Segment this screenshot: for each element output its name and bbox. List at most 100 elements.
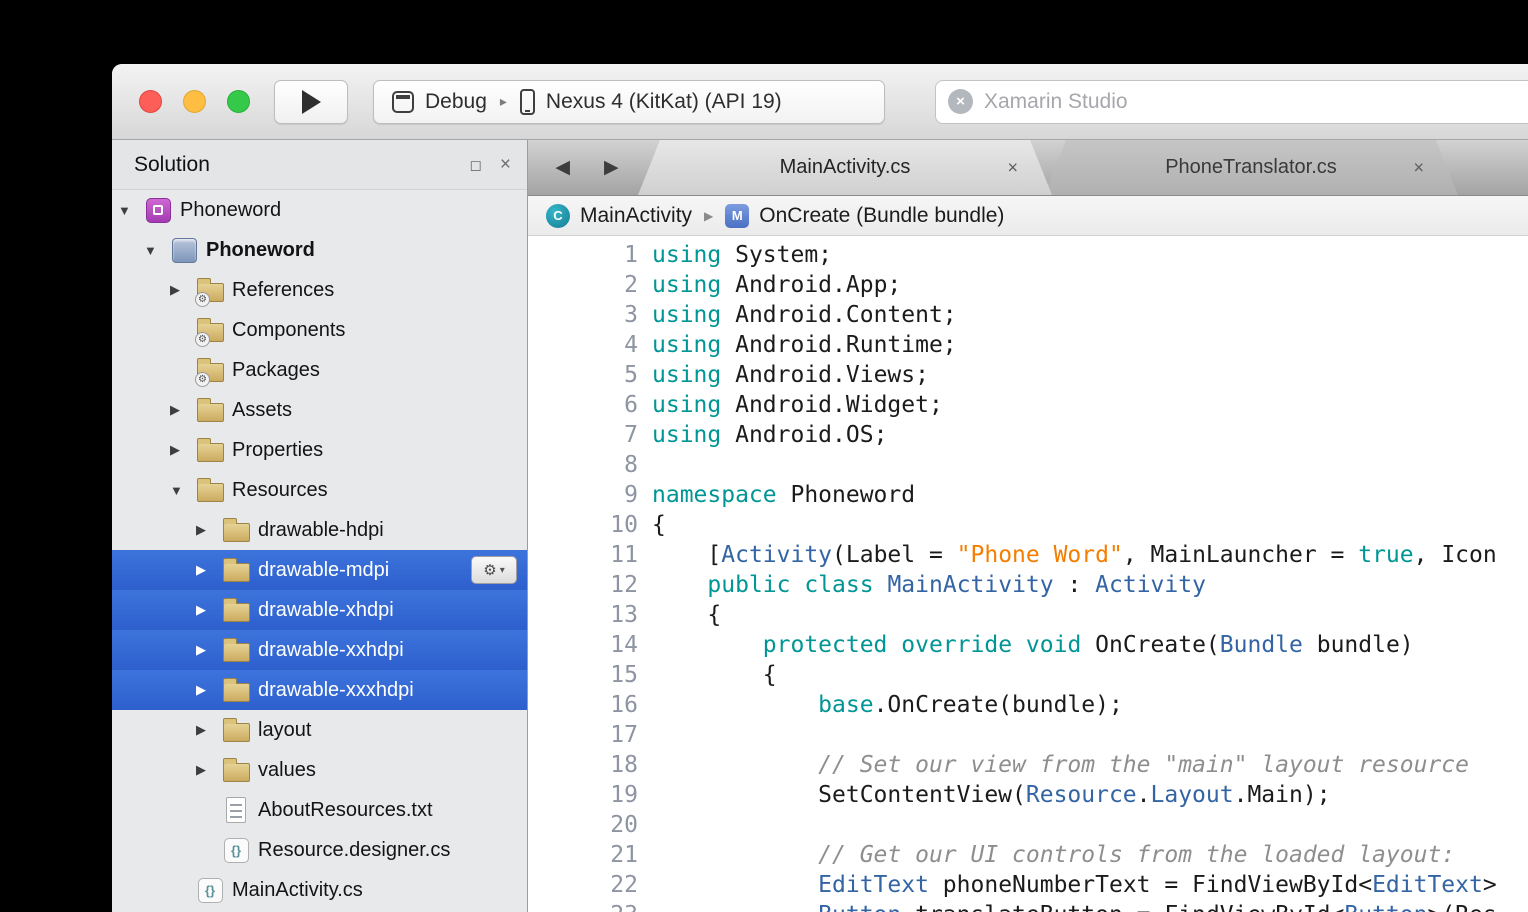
tree-item-aboutresources-txt[interactable]: AboutResources.txt — [112, 790, 527, 830]
breadcrumb-member[interactable]: OnCreate (Bundle bundle) — [759, 204, 1004, 228]
line-number[interactable]: 22 — [528, 870, 652, 900]
disclosure-closed-icon[interactable]: ▶ — [196, 722, 221, 738]
line-number[interactable]: 1 — [528, 240, 652, 270]
line-number[interactable]: 18 — [528, 750, 652, 780]
code-line[interactable]: 6using Android.Widget; — [528, 390, 1528, 420]
line-number[interactable]: 17 — [528, 720, 652, 750]
navigate-back-icon[interactable]: ◀ — [555, 156, 570, 179]
line-number[interactable]: 9 — [528, 480, 652, 510]
code-line[interactable]: 10{ — [528, 510, 1528, 540]
folder-options-button[interactable]: ⚙▾ — [471, 556, 517, 584]
window-controls — [139, 90, 250, 113]
disclosure-closed-icon[interactable]: ▶ — [196, 562, 221, 578]
line-number[interactable]: 15 — [528, 660, 652, 690]
line-number[interactable]: 10 — [528, 510, 652, 540]
tree-item-drawable-xxhdpi[interactable]: ▶drawable-xxhdpi — [112, 630, 527, 670]
code-line[interactable]: 23 Button translateButton = FindViewById… — [528, 900, 1528, 912]
tree-item-values[interactable]: ▶values — [112, 750, 527, 790]
code-line[interactable]: 22 EditText phoneNumberText = FindViewBy… — [528, 870, 1528, 900]
disclosure-closed-icon[interactable]: ▶ — [196, 602, 221, 618]
code-line[interactable]: 1using System; — [528, 240, 1528, 270]
tree-item-resources[interactable]: ▼Resources — [112, 470, 527, 510]
disclosure-closed-icon[interactable]: ▶ — [170, 402, 195, 418]
tree-item-drawable-mdpi[interactable]: ▶drawable-mdpi⚙▾ — [112, 550, 527, 590]
tab-phonetranslator-cs[interactable]: PhoneTranslator.cs× — [1044, 140, 1458, 195]
line-number[interactable]: 8 — [528, 450, 652, 480]
code-line[interactable]: 21 // Get our UI controls from the loade… — [528, 840, 1528, 870]
tree-item-components[interactable]: ⚙Components — [112, 310, 527, 350]
line-number[interactable]: 21 — [528, 840, 652, 870]
line-number[interactable]: 19 — [528, 780, 652, 810]
tree-item-references[interactable]: ▶⚙References — [112, 270, 527, 310]
run-button[interactable] — [274, 80, 348, 124]
tree-item-drawable-xxxhdpi[interactable]: ▶drawable-xxxhdpi — [112, 670, 527, 710]
code-line[interactable]: 4using Android.Runtime; — [528, 330, 1528, 360]
line-number[interactable]: 16 — [528, 690, 652, 720]
code-line[interactable]: 3using Android.Content; — [528, 300, 1528, 330]
line-number[interactable]: 2 — [528, 270, 652, 300]
code-line[interactable]: 15 { — [528, 660, 1528, 690]
line-number[interactable]: 3 — [528, 300, 652, 330]
code-line[interactable]: 14 protected override void OnCreate(Bund… — [528, 630, 1528, 660]
disclosure-closed-icon[interactable]: ▶ — [196, 762, 221, 778]
disclosure-open-icon[interactable]: ▼ — [144, 243, 169, 258]
disclosure-open-icon[interactable]: ▼ — [118, 203, 143, 218]
tree-item-layout[interactable]: ▶layout — [112, 710, 527, 750]
close-tab-icon[interactable]: × — [1007, 157, 1018, 178]
tree-item-drawable-hdpi[interactable]: ▶drawable-hdpi — [112, 510, 527, 550]
code-line[interactable]: 20 — [528, 810, 1528, 840]
close-pad-icon[interactable]: × — [500, 154, 511, 176]
zoom-window-button[interactable] — [227, 90, 250, 113]
disclosure-closed-icon[interactable]: ▶ — [196, 642, 221, 658]
line-number[interactable]: 13 — [528, 600, 652, 630]
code-line[interactable]: 9namespace Phoneword — [528, 480, 1528, 510]
tab-mainactivity-cs[interactable]: MainActivity.cs× — [638, 140, 1052, 195]
tree-item-packages[interactable]: ⚙Packages — [112, 350, 527, 390]
tree-item-mainactivity-cs[interactable]: {}MainActivity.cs — [112, 870, 527, 910]
code-line[interactable]: 13 { — [528, 600, 1528, 630]
tree-item-drawable-xhdpi[interactable]: ▶drawable-xhdpi — [112, 590, 527, 630]
minimize-window-button[interactable] — [183, 90, 206, 113]
disclosure-closed-icon[interactable]: ▶ — [196, 522, 221, 538]
line-number[interactable]: 23 — [528, 900, 652, 912]
code-line[interactable]: 12 public class MainActivity : Activity — [528, 570, 1528, 600]
disclosure-closed-icon[interactable]: ▶ — [170, 442, 195, 458]
navigate-forward-icon[interactable]: ▶ — [604, 156, 619, 179]
line-number[interactable]: 12 — [528, 570, 652, 600]
line-number[interactable]: 6 — [528, 390, 652, 420]
line-number[interactable]: 20 — [528, 810, 652, 840]
pad-title: Solution — [134, 153, 469, 177]
close-tab-icon[interactable]: × — [1413, 157, 1424, 178]
code-line[interactable]: 11 [Activity(Label = "Phone Word", MainL… — [528, 540, 1528, 570]
tree-item-label: Packages — [232, 359, 320, 382]
tree-item-properties[interactable]: ▶Properties — [112, 430, 527, 470]
disclosure-open-icon[interactable]: ▼ — [170, 483, 195, 498]
disclosure-closed-icon[interactable]: ▶ — [170, 282, 195, 298]
tree-item-phoneword[interactable]: ▼Phoneword — [112, 190, 527, 230]
line-number[interactable]: 11 — [528, 540, 652, 570]
gear-icon: ⚙ — [483, 563, 496, 578]
code-line[interactable]: 17 — [528, 720, 1528, 750]
code-line[interactable]: 8 — [528, 450, 1528, 480]
breadcrumb-class[interactable]: MainActivity — [580, 204, 692, 228]
code-line[interactable]: 16 base.OnCreate(bundle); — [528, 690, 1528, 720]
line-number[interactable]: 14 — [528, 630, 652, 660]
close-window-button[interactable] — [139, 90, 162, 113]
code-line[interactable]: 7using Android.OS; — [528, 420, 1528, 450]
disclosure-closed-icon[interactable]: ▶ — [196, 682, 221, 698]
tree-item-resource-designer-cs[interactable]: {}Resource.designer.cs — [112, 830, 527, 870]
line-number[interactable]: 5 — [528, 360, 652, 390]
code-line[interactable]: 2using Android.App; — [528, 270, 1528, 300]
code-line[interactable]: 5using Android.Views; — [528, 360, 1528, 390]
tree-item-phoneword[interactable]: ▼Phoneword — [112, 230, 527, 270]
code-text: using Android.App; — [652, 270, 901, 300]
search-field[interactable]: × Xamarin Studio — [935, 80, 1528, 124]
tree-item-assets[interactable]: ▶Assets — [112, 390, 527, 430]
code-lines[interactable]: 1using System;2using Android.App;3using … — [528, 236, 1528, 912]
dock-pad-icon[interactable]: ◻ — [469, 156, 481, 174]
code-line[interactable]: 18 // Set our view from the "main" layou… — [528, 750, 1528, 780]
line-number[interactable]: 7 — [528, 420, 652, 450]
line-number[interactable]: 4 — [528, 330, 652, 360]
target-selector[interactable]: Debug ▸ Nexus 4 (KitKat) (API 19) — [373, 80, 885, 124]
code-line[interactable]: 19 SetContentView(Resource.Layout.Main); — [528, 780, 1528, 810]
